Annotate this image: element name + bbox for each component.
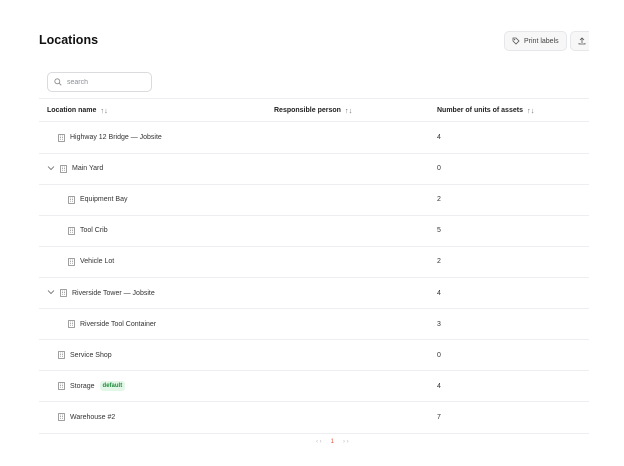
building-icon [60,164,67,173]
search-icon [54,78,62,86]
building-icon [60,289,67,297]
table-row[interactable]: Tool Crib 5 [39,215,589,246]
location-name[interactable]: Storage [70,383,95,390]
location-name-cell: Main Yard [47,153,103,184]
sort-icon: ↑↓ [526,106,535,115]
table-row[interactable]: Riverside Tool Container 3 [39,309,589,340]
table-row[interactable]: Warehouse #2 7 [39,402,589,433]
sort-icon: ↑↓ [344,106,353,115]
location-name-cell: Highway 12 Bridge — Jobsite [58,122,162,153]
location-name[interactable]: Tool Crib [80,227,108,234]
current-page[interactable]: 1 [331,439,334,445]
table-row[interactable]: Equipment Bay 2 [39,184,589,215]
units-cell: 4 [437,134,441,141]
next-page-button[interactable]: › › [343,439,349,445]
col-header-units[interactable]: Number of units of assets ↑↓ [437,106,534,115]
upload-icon [578,37,586,45]
units-cell: 0 [437,351,441,359]
location-name-cell: Vehicle Lot [68,246,114,277]
building-icon [58,133,65,142]
chevron-down-icon[interactable] [47,165,55,173]
location-name[interactable]: Equipment Bay [80,196,127,203]
print-labels-label: Print labels [524,37,559,45]
units-cell: 4 [437,382,441,390]
location-name[interactable]: Service Shop [70,352,112,359]
table-row[interactable]: Highway 12 Bridge — Jobsite 4 [39,122,589,153]
location-name[interactable]: Riverside Tower — Jobsite [72,290,155,297]
table-row[interactable]: Main Yard 0 [39,153,589,184]
location-name-cell: Storage default [58,371,126,402]
table-row[interactable]: Service Shop 0 [39,340,589,371]
chevron-down-icon[interactable] [47,289,55,297]
col-header-label: Responsible person [274,107,341,114]
prev-page-button[interactable]: ‹ ‹ [316,439,322,445]
building-icon [68,258,75,266]
building-icon [58,382,65,391]
location-name-cell: Equipment Bay [68,184,127,215]
export-button[interactable]: I [570,31,589,51]
units-cell: 5 [437,227,441,235]
col-header-label: Number of units of assets [437,107,523,114]
status-badge: default [99,381,126,392]
col-header-location-name[interactable]: Location name ↑↓ [47,106,108,115]
col-header-label: Location name [47,107,97,114]
units-cell: 7 [437,413,441,421]
table-top-divider [39,98,589,99]
table-row[interactable]: Storage default 4 [39,371,589,402]
building-icon [58,413,65,422]
units-cell: 2 [437,196,441,204]
row-divider [39,432,589,434]
location-name-cell: Riverside Tool Container [68,309,156,340]
table-row[interactable]: Riverside Tower — Jobsite 4 [39,278,589,309]
print-labels-button[interactable]: Print labels [504,31,567,51]
location-name[interactable]: Highway 12 Bridge — Jobsite [70,134,162,141]
location-name[interactable]: Main Yard [72,165,103,172]
units-cell: 3 [437,320,441,328]
pagination: ‹ ‹ 1 › › [316,439,349,445]
location-name-cell: Riverside Tower — Jobsite [47,278,155,309]
location-name[interactable]: Warehouse #2 [70,414,115,421]
location-name[interactable]: Riverside Tool Container [80,321,156,328]
building-icon [58,351,65,360]
table-row[interactable]: Vehicle Lot 2 [39,246,589,277]
page-title: Locations [39,33,99,47]
location-name-cell: Service Shop [58,340,112,371]
building-icon [68,195,75,204]
building-icon [68,320,75,328]
building-icon [68,226,75,235]
units-cell: 2 [437,258,441,266]
location-name-cell: Warehouse #2 [58,402,115,433]
search-input[interactable] [67,78,147,86]
tag-icon [512,37,520,45]
units-cell: 0 [437,165,441,173]
units-cell: 4 [437,289,441,297]
location-name-cell: Tool Crib [68,215,108,246]
search-box[interactable] [47,72,152,92]
sort-icon: ↑↓ [100,106,108,115]
location-name[interactable]: Vehicle Lot [80,258,114,265]
viewport-clip: Locations Print labels I Location name ↑… [0,0,589,466]
col-header-responsible-person[interactable]: Responsible person ↑↓ [274,106,352,115]
